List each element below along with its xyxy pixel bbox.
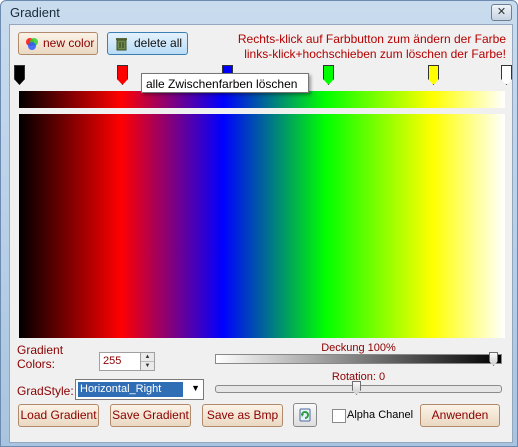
- load-gradient-button[interactable]: Load Gradient: [18, 404, 99, 427]
- gradient-colors-spinner[interactable]: 255 ▲ ▼: [99, 352, 155, 371]
- color-wheel-icon: [26, 38, 38, 50]
- hint-line-2: links-klick+hochschieben zum löschen der…: [244, 47, 506, 61]
- delete-all-tooltip: alle Zwischenfarben löschen: [141, 73, 309, 93]
- spin-down-icon[interactable]: ▼: [141, 362, 154, 370]
- dialog-client-area: new color delete all Rechts-klick auf Fa…: [9, 24, 513, 443]
- new-color-button[interactable]: new color: [18, 32, 98, 55]
- gradient-dialog: Gradient ✕ new color delete all Rechts-k…: [0, 0, 518, 447]
- spinner-arrows: ▲ ▼: [140, 353, 154, 370]
- close-icon: ✕: [496, 6, 507, 18]
- gradient-colors-value: 255: [103, 355, 122, 367]
- color-stop-marker[interactable]: [501, 65, 512, 85]
- trash-icon: [116, 38, 127, 51]
- deckung-track[interactable]: [215, 354, 502, 364]
- gradstyle-select[interactable]: Horizontal_Right ▼: [75, 379, 204, 400]
- apply-button[interactable]: Anwenden: [420, 404, 500, 427]
- color-stop-marker[interactable]: [428, 65, 439, 85]
- alpha-channel-label: Alpha Chanel: [347, 409, 414, 421]
- new-color-label: new color: [43, 36, 95, 50]
- save-gradient-button[interactable]: Save Gradient: [110, 404, 191, 427]
- delete-all-label: delete all: [134, 36, 183, 50]
- chevron-down-icon: ▼: [191, 383, 200, 393]
- window-title: Gradient: [10, 5, 60, 20]
- gradient-colors-label: Gradient Colors:: [17, 343, 63, 371]
- delete-all-button[interactable]: delete all: [107, 32, 188, 55]
- color-stop-marker[interactable]: [14, 65, 25, 85]
- recycle-button[interactable]: [293, 403, 317, 427]
- gradstyle-label: GradStyle:: [17, 384, 74, 398]
- deckung-label: Deckung 100%: [321, 342, 396, 354]
- title-bar: Gradient ✕: [1, 1, 517, 23]
- close-button[interactable]: ✕: [491, 4, 512, 21]
- alpha-channel-checkbox[interactable]: [332, 409, 346, 423]
- color-stop-marker[interactable]: [117, 65, 128, 85]
- gradient-colors-label-line-2: Colors:: [17, 357, 56, 371]
- hint-line-1: Rechts-klick auf Farbbutton zum ändern d…: [237, 32, 506, 46]
- spin-up-icon[interactable]: ▲: [141, 353, 154, 362]
- usage-hint: Rechts-klick auf Farbbutton zum ändern d…: [222, 32, 506, 62]
- gradstyle-selected-value: Horizontal_Right: [78, 382, 183, 397]
- color-stop-marker[interactable]: [323, 65, 334, 85]
- save-as-bmp-button[interactable]: Save as Bmp: [202, 404, 283, 427]
- gradient-colors-label-line-1: Gradient: [17, 343, 64, 357]
- gradient-preview: [19, 114, 505, 338]
- recycle-icon: [299, 408, 311, 422]
